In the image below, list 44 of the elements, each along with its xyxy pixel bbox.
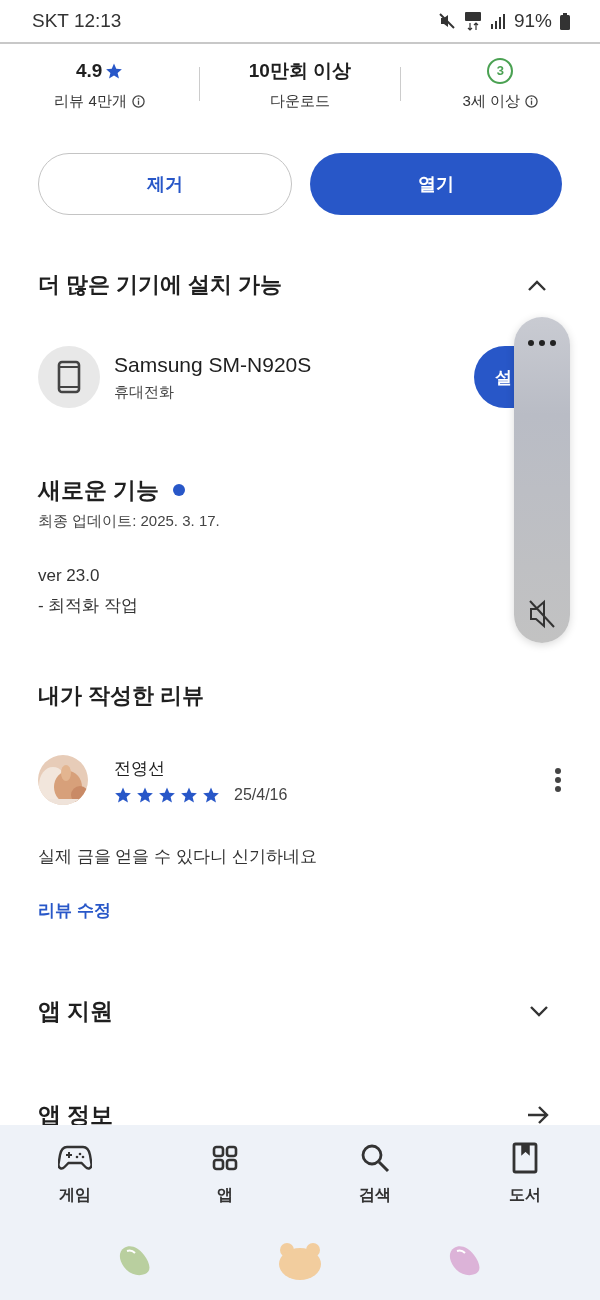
mute-icon bbox=[437, 12, 456, 30]
info-icon[interactable] bbox=[525, 94, 539, 108]
stat-value: 10만회 이상 bbox=[248, 58, 352, 83]
chevron-down-icon[interactable] bbox=[528, 1004, 550, 1018]
info-icon[interactable] bbox=[131, 94, 145, 108]
speaker-muted-icon[interactable] bbox=[528, 599, 556, 629]
section-title: 앱 지원 bbox=[38, 996, 114, 1026]
network-5g-icon bbox=[463, 11, 482, 31]
battery-icon bbox=[560, 12, 570, 30]
more-options-icon[interactable] bbox=[554, 767, 562, 793]
arrow-right-icon[interactable] bbox=[526, 1105, 550, 1125]
nav-tab[interactable]: 게임 bbox=[0, 1141, 150, 1206]
uninstall-button[interactable]: 제거 bbox=[38, 153, 292, 215]
reviewer-name: 전영선 bbox=[114, 757, 166, 780]
release-note: - 최적화 작업 bbox=[38, 595, 139, 617]
review-date: 25/4/16 bbox=[234, 785, 288, 804]
release-note: ver 23.0 bbox=[38, 565, 100, 587]
chevron-up-icon[interactable] bbox=[526, 278, 548, 292]
nav-tab[interactable]: 앱 bbox=[150, 1141, 300, 1206]
book-icon bbox=[512, 1142, 538, 1174]
nav-tab[interactable]: 검색 bbox=[300, 1141, 450, 1206]
status-time: SKT 12:13 bbox=[32, 10, 122, 32]
device-type: 휴대전화 bbox=[114, 382, 175, 402]
gamepad-icon bbox=[58, 1145, 92, 1171]
rating-value: 4.9 bbox=[75, 59, 103, 82]
install-button[interactable]: 설 bbox=[474, 346, 514, 408]
open-button[interactable]: 열기 bbox=[310, 153, 562, 215]
stat-label: 리뷰 4만개 bbox=[54, 91, 127, 111]
age-rating-badge: 3 bbox=[487, 57, 514, 84]
signal-icon bbox=[489, 13, 506, 29]
stat-label: 다운로드 bbox=[270, 91, 330, 111]
more-options-icon[interactable] bbox=[527, 339, 557, 347]
nav-tab[interactable]: 도서 bbox=[450, 1141, 600, 1206]
last-updated-text: 최종 업데이트: 2025. 3. 17. bbox=[38, 511, 221, 531]
section-title: 새로운 기능 bbox=[38, 475, 160, 505]
stat-label: 3세 이상 bbox=[462, 91, 521, 111]
device-name: Samsung SM-N920S bbox=[114, 352, 313, 377]
section-title: 내가 작성한 리뷰 bbox=[38, 682, 205, 710]
review-text: 실제 금을 얻을 수 있다니 신기하네요 bbox=[38, 846, 318, 868]
battery-percent: 91% bbox=[513, 10, 552, 32]
search-icon bbox=[360, 1143, 390, 1173]
section-title: 더 많은 기기에 설치 가능 bbox=[38, 271, 283, 299]
edit-review-link[interactable]: 리뷰 수정 bbox=[38, 900, 111, 922]
grid-icon bbox=[212, 1145, 238, 1171]
